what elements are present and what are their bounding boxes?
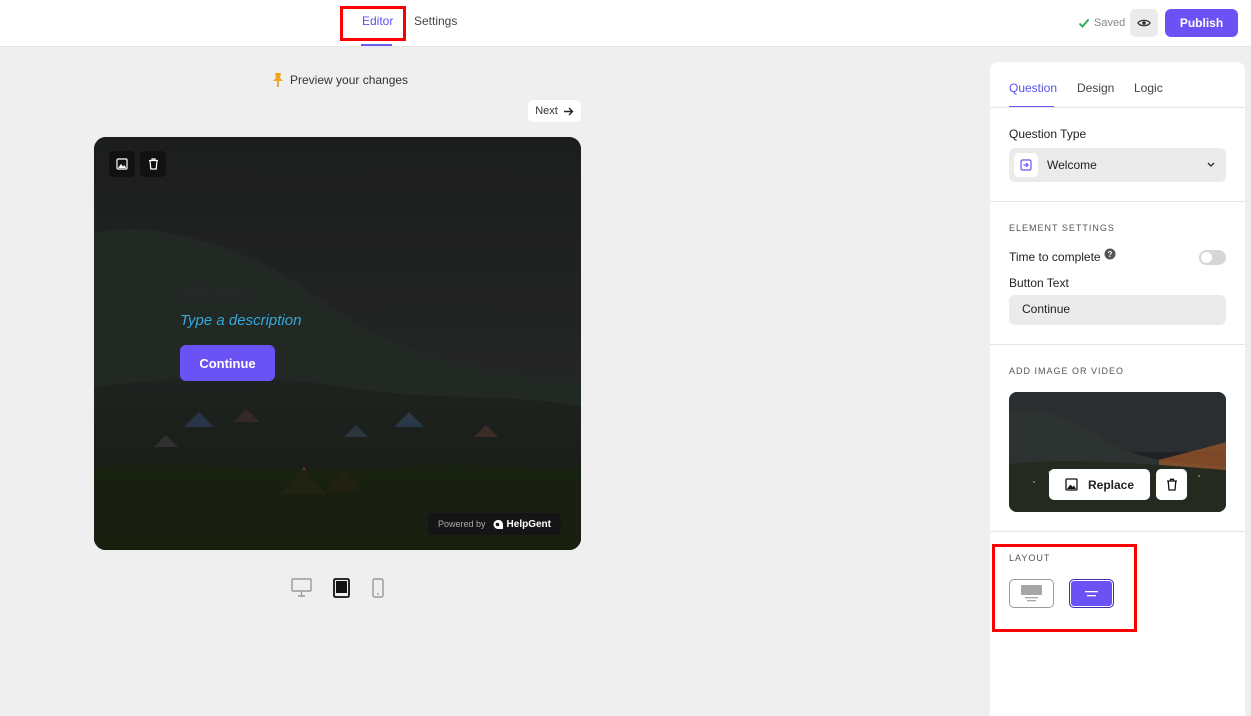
card-image-button[interactable] (109, 151, 135, 177)
question-type-select[interactable]: Welcome (1009, 148, 1226, 182)
pin-icon (273, 73, 283, 87)
divider (990, 201, 1245, 202)
tab-settings[interactable]: Settings (414, 14, 457, 28)
welcome-type-icon (1014, 153, 1038, 177)
tablet-view-button[interactable] (333, 578, 350, 603)
button-text-input[interactable]: Continue (1009, 295, 1226, 325)
preview-hint-text: Preview your changes (290, 73, 409, 87)
arrow-right-icon (563, 107, 574, 115)
helpgent-logo-icon (493, 519, 503, 529)
image-icon (116, 158, 128, 170)
card-continue-button[interactable]: Continue (180, 345, 275, 381)
add-media-title: ADD IMAGE OR VIDEO (1009, 366, 1125, 376)
trash-icon (1166, 478, 1177, 491)
question-type-value: Welcome (1047, 158, 1097, 172)
powered-by-text: Powered by (438, 519, 486, 529)
preview-hint: Preview your changes (272, 72, 408, 88)
divider (990, 531, 1245, 532)
media-thumbnail: Replace (1009, 392, 1226, 512)
button-text-label: Button Text (1009, 276, 1069, 290)
tab-editor-underline (361, 44, 392, 46)
trash-icon (148, 158, 158, 170)
toggle-knob (1201, 252, 1212, 263)
welcome-card-preview (94, 137, 581, 550)
divider (990, 344, 1245, 345)
publish-button[interactable]: Publish (1165, 9, 1238, 37)
chevron-down-icon (1207, 162, 1215, 167)
editor-tab-highlight (340, 6, 406, 41)
delete-media-button[interactable] (1156, 469, 1187, 500)
mobile-icon (372, 578, 384, 598)
svg-text:?: ? (1108, 250, 1113, 259)
helpgent-brand: HelpGent (506, 518, 551, 530)
background-image (94, 137, 581, 550)
next-button[interactable]: Next (528, 100, 581, 122)
check-icon (1078, 18, 1090, 28)
element-settings-title: ELEMENT SETTINGS (1009, 223, 1115, 233)
next-label: Next (535, 105, 558, 117)
time-to-complete-toggle[interactable] (1199, 250, 1226, 265)
mobile-view-button[interactable] (372, 578, 384, 603)
tablet-icon (333, 578, 350, 598)
top-bar: Editor Settings Saved Publish (0, 0, 1251, 47)
card-title[interactable]: Welcome (180, 285, 242, 302)
tab-design[interactable]: Design (1077, 81, 1114, 95)
card-delete-button[interactable] (140, 151, 166, 177)
preview-button[interactable] (1130, 9, 1158, 37)
tab-logic[interactable]: Logic (1134, 81, 1163, 95)
question-type-label: Question Type (1009, 127, 1087, 141)
helpgent-logo: HelpGent (492, 519, 551, 530)
eye-icon (1137, 19, 1151, 27)
saved-label: Saved (1094, 17, 1126, 29)
powered-by-badge: Powered by HelpGent (428, 513, 561, 535)
replace-label: Replace (1087, 477, 1135, 492)
divider (990, 107, 1245, 108)
card-description[interactable]: Type a description (180, 312, 301, 329)
replace-media-button[interactable]: Replace (1049, 469, 1150, 500)
saved-status: Saved (1078, 17, 1125, 29)
time-to-complete-label: Time to complete (1009, 250, 1101, 264)
layout-highlight (992, 544, 1137, 632)
help-icon[interactable]: ? (1104, 248, 1116, 260)
desktop-icon (291, 578, 312, 597)
image-icon (1065, 478, 1078, 491)
tab-question[interactable]: Question (1009, 81, 1057, 95)
enter-icon (1020, 159, 1032, 171)
desktop-view-button[interactable] (291, 578, 312, 602)
